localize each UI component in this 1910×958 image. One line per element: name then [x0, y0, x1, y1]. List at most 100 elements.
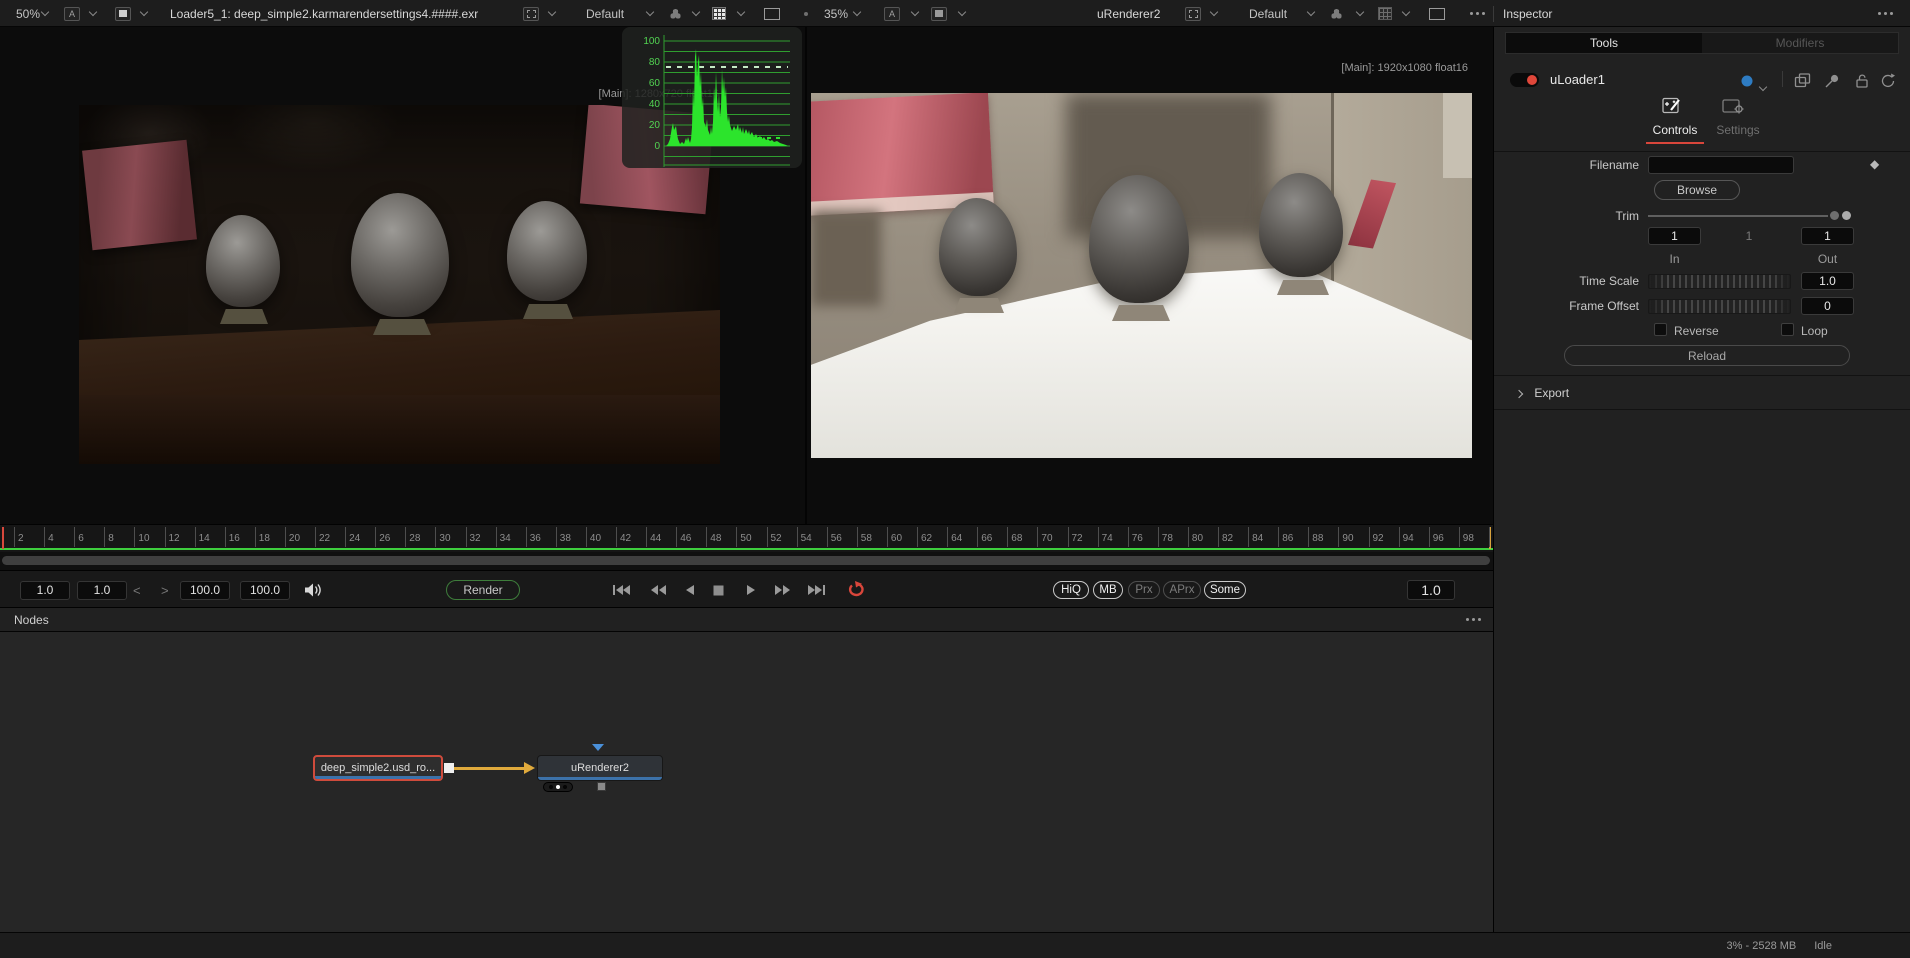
pin-icon[interactable] [1824, 73, 1840, 91]
histogram-overlay[interactable]: 100 80 60 40 20 0 [622, 27, 802, 168]
reset-history-icon[interactable] [1880, 73, 1896, 91]
chevron-down-icon[interactable] [549, 0, 555, 27]
autoproxy-button[interactable]: APrx [1163, 581, 1201, 599]
node-deep-simple2[interactable]: deep_simple2.usd_ro... [313, 755, 443, 781]
proxy-button[interactable]: Prx [1128, 581, 1160, 599]
chevron-down-icon[interactable] [1211, 0, 1217, 27]
frame-icon[interactable] [764, 0, 780, 27]
playback-speed-input[interactable]: 1.0 [1407, 580, 1455, 600]
node-mask-port[interactable] [597, 782, 606, 791]
subtab-controls[interactable]: Controls [1644, 123, 1706, 137]
color-wheel-icon[interactable] [1329, 0, 1344, 27]
trim-handle-in[interactable] [1830, 211, 1839, 220]
left-viewer-lut-select[interactable]: Default [586, 0, 624, 27]
render-start-input[interactable]: 1.0 [77, 581, 127, 600]
chevron-down-icon[interactable] [693, 0, 699, 27]
right-viewer-image[interactable] [811, 93, 1472, 458]
viewer-divider[interactable] [805, 27, 807, 524]
node-urenderer2[interactable]: uRenderer2 [537, 755, 663, 781]
color-swatch-icon[interactable] [115, 0, 131, 27]
audio-button[interactable] [303, 571, 323, 609]
frame-offset-ratchet[interactable] [1648, 299, 1791, 314]
trim-range-slider[interactable] [1648, 215, 1828, 217]
hiq-button[interactable]: HiQ [1053, 581, 1089, 599]
color-swatch-icon[interactable] [931, 0, 947, 27]
chevron-down-icon[interactable] [912, 0, 918, 27]
fast-reverse-button[interactable] [650, 571, 666, 609]
tab-tools[interactable]: Tools [1506, 33, 1702, 53]
left-viewer-zoom-select[interactable]: 50% [16, 0, 40, 27]
stop-button[interactable] [713, 571, 724, 609]
memory-usage-text: 3% - 2528 MB [1727, 940, 1797, 952]
grid-layout-icon[interactable] [712, 0, 726, 27]
timeline-ruler[interactable]: 2468101214161820222426283032343638404244… [0, 524, 1493, 552]
node-input-indicator[interactable] [592, 744, 604, 751]
loop-checkbox[interactable] [1781, 323, 1794, 336]
node-enable-toggle[interactable] [1510, 73, 1539, 87]
play-button[interactable] [746, 571, 756, 609]
more-menu-icon[interactable] [1878, 0, 1893, 27]
channel-select-icon[interactable]: A [64, 0, 80, 27]
chevron-down-icon[interactable] [1403, 0, 1409, 27]
goto-start-button[interactable] [612, 571, 630, 609]
node-pass-dots[interactable] [543, 782, 573, 792]
browse-button[interactable]: Browse [1654, 180, 1740, 200]
frame-icon[interactable] [1429, 0, 1445, 27]
region-select-icon[interactable] [1185, 0, 1201, 27]
tab-modifiers[interactable]: Modifiers [1702, 33, 1898, 53]
trim-in-input[interactable]: 1 [1648, 227, 1701, 245]
subtab-settings[interactable]: Settings [1709, 123, 1767, 137]
node-color-dot[interactable] [1741, 75, 1753, 90]
right-viewer-lut-select[interactable]: Default [1249, 0, 1287, 27]
more-menu-icon[interactable] [1470, 0, 1485, 27]
node-connection[interactable] [454, 767, 524, 770]
right-viewer-zoom-select[interactable]: 35% [824, 0, 848, 27]
step-forward-button[interactable]: > [161, 583, 169, 598]
reverse-checkbox[interactable] [1654, 323, 1667, 336]
node-output-port[interactable] [444, 763, 454, 773]
time-scale-ratchet[interactable] [1648, 274, 1791, 289]
fast-forward-button[interactable] [774, 571, 790, 609]
versions-icon[interactable] [1794, 73, 1811, 91]
filename-input[interactable] [1648, 156, 1794, 174]
lock-icon[interactable] [1854, 73, 1870, 91]
render-end-input[interactable]: 100.0 [180, 581, 230, 600]
color-wheel-icon[interactable] [668, 0, 683, 27]
chevron-down-icon[interactable] [90, 0, 96, 27]
selective-update-button[interactable]: Some [1204, 581, 1246, 599]
chevron-down-icon[interactable] [959, 0, 965, 27]
timeline-scrollbar[interactable] [2, 556, 1490, 565]
node-editor[interactable]: deep_simple2.usd_ro... uRenderer2 [0, 632, 1493, 932]
trim-handle-out[interactable] [1842, 211, 1851, 220]
settings-tab-icon[interactable] [1722, 97, 1746, 118]
controls-tab-icon[interactable] [1662, 97, 1684, 118]
step-back-button[interactable]: < [133, 583, 141, 598]
chevron-down-icon[interactable] [738, 0, 744, 27]
reload-button[interactable]: Reload [1564, 345, 1850, 366]
frame-offset-input[interactable]: 0 [1801, 297, 1854, 315]
chevron-down-icon[interactable] [42, 0, 48, 27]
trim-out-input[interactable]: 1 [1801, 227, 1854, 245]
global-start-input[interactable]: 1.0 [20, 581, 70, 600]
chevron-down-icon[interactable] [854, 0, 860, 27]
render-button[interactable]: Render [446, 580, 520, 600]
play-reverse-button[interactable] [685, 571, 695, 609]
time-scale-input[interactable]: 1.0 [1801, 272, 1854, 290]
grid-layout-icon[interactable] [1378, 0, 1392, 27]
more-menu-icon[interactable] [1466, 618, 1481, 621]
export-expander[interactable]: Export [1516, 386, 1569, 400]
chevron-down-icon[interactable] [141, 0, 147, 27]
keyframe-diamond-icon[interactable]: ◆ [1870, 157, 1879, 171]
channel-select-icon[interactable]: A [884, 0, 900, 27]
motionblur-button[interactable]: MB [1093, 581, 1123, 599]
chevron-down-icon[interactable] [647, 0, 653, 27]
frame-offset-label: Frame Offset [1494, 299, 1639, 313]
goto-end-button[interactable] [808, 571, 826, 609]
global-end-input[interactable]: 100.0 [240, 581, 290, 600]
loop-button[interactable] [846, 571, 868, 609]
chevron-down-icon[interactable] [1760, 79, 1766, 93]
region-select-icon[interactable] [523, 0, 539, 27]
playhead-marker[interactable] [2, 527, 4, 549]
chevron-down-icon[interactable] [1357, 0, 1363, 27]
chevron-down-icon[interactable] [1308, 0, 1314, 27]
